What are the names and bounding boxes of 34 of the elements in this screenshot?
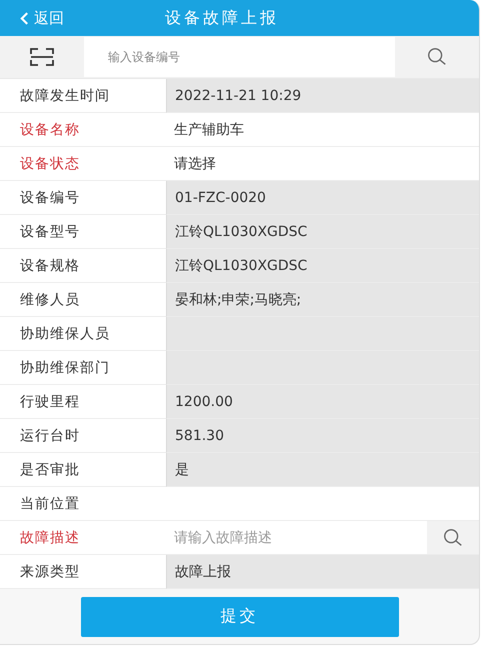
field-label: 设备规格 bbox=[0, 249, 166, 283]
chevron-icon bbox=[20, 12, 29, 24]
field-label: 当前位置 bbox=[0, 487, 166, 521]
field-value: 2022-11-21 10:29 bbox=[166, 79, 479, 113]
field-value[interactable]: 请选择 bbox=[166, 147, 479, 181]
field-value: 1200.00 bbox=[166, 385, 479, 419]
search-icon bbox=[442, 526, 464, 548]
field-value[interactable]: 生产辅助车 bbox=[166, 113, 479, 147]
field-label: 运行台时 bbox=[0, 419, 166, 453]
field-label: 协助维保部门 bbox=[0, 351, 166, 385]
search-icon bbox=[426, 46, 448, 68]
field-label: 协助维保人员 bbox=[0, 317, 166, 351]
field-label: 设备状态 bbox=[0, 147, 166, 181]
field-label: 是否审批 bbox=[0, 453, 166, 487]
field-value: 01-FZC-0020 bbox=[166, 181, 479, 215]
field-label: 故障描述 bbox=[0, 521, 166, 555]
field-value: 晏和林;申荣;马晓亮; bbox=[166, 283, 479, 317]
field-value: 江铃QL1030XGDSC bbox=[166, 215, 479, 249]
field-label: 设备名称 bbox=[0, 113, 166, 147]
fault-description-field[interactable]: 请输入故障描述 bbox=[166, 521, 427, 555]
field-value: 江铃QL1030XGDSC bbox=[166, 249, 479, 283]
field-value: 581.30 bbox=[166, 419, 479, 453]
field-label: 行驶里程 bbox=[0, 385, 166, 419]
device-number-field[interactable]: 输入设备编号 bbox=[84, 37, 395, 77]
field-label: 来源类型 bbox=[0, 555, 166, 589]
search-button[interactable] bbox=[427, 521, 479, 555]
scan-icon bbox=[29, 46, 55, 68]
field-label: 设备型号 bbox=[0, 215, 166, 249]
field-label: 故障发生时间 bbox=[0, 79, 166, 113]
field-value: 是 bbox=[166, 453, 479, 487]
field-value: 故障上报 bbox=[166, 555, 479, 589]
field-label: 设备编号 bbox=[0, 181, 166, 215]
field-label: 维修人员 bbox=[0, 283, 166, 317]
page-title: 设备故障上报 bbox=[165, 8, 279, 28]
